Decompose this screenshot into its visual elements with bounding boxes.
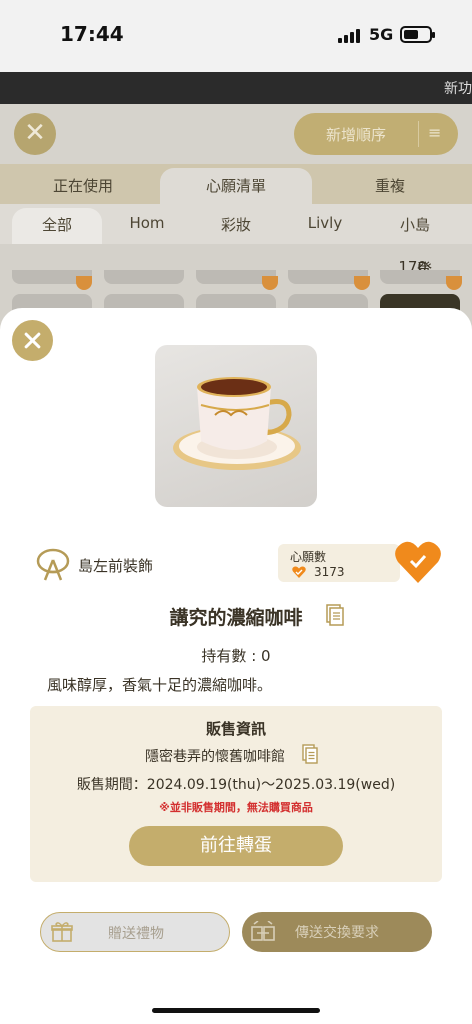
status-bar: 17:44 5G bbox=[0, 0, 472, 72]
battery-icon bbox=[400, 26, 435, 43]
tab-in-use: 正在使用 bbox=[52, 177, 113, 195]
add-order-label: 新增順序 bbox=[325, 126, 386, 144]
sales-shop-name: 隱密巷弄的懷舊咖啡館 bbox=[145, 749, 285, 765]
wishlist-heart-icon[interactable] bbox=[394, 540, 442, 584]
tab-duplicate: 重複 bbox=[374, 177, 405, 195]
coffee-cup-icon bbox=[173, 377, 301, 470]
home-indicator[interactable] bbox=[152, 1008, 320, 1013]
wishlist-label: 心願數 bbox=[290, 550, 327, 564]
sales-info-title: 販售資訊 bbox=[205, 720, 266, 738]
tab-island: 小島 bbox=[399, 216, 430, 234]
item-description: 風味醇厚，香氣十足的濃縮咖啡。 bbox=[47, 676, 273, 694]
shop-document-icon[interactable] bbox=[302, 744, 318, 764]
tab-livly: Livly bbox=[307, 214, 343, 232]
document-icon[interactable] bbox=[326, 604, 344, 626]
send-gift-label: 贈送禮物 bbox=[108, 926, 164, 942]
tab-makeup: 彩妝 bbox=[220, 216, 251, 234]
owned-count: 持有數 : 0 bbox=[201, 647, 271, 665]
wishlist-count-box: 心願數 3173 bbox=[278, 544, 400, 582]
goto-gacha-button[interactable]: 前往轉蛋 bbox=[129, 826, 343, 866]
tab-all: 全部 bbox=[41, 216, 72, 234]
sales-period: 販售期間：2024.09.19(thu)〜2025.03.19(wed) bbox=[76, 777, 396, 793]
sales-warning: ※並非販售期間，無法購買商品 bbox=[159, 801, 313, 814]
heart-icon bbox=[354, 276, 370, 290]
item-category: 島左前裝飾 bbox=[78, 557, 154, 575]
thumbnail bbox=[104, 270, 184, 284]
heart-icon bbox=[446, 276, 462, 290]
send-gift-button[interactable]: 贈送禮物 bbox=[40, 912, 230, 952]
background-screen: 新功 ✕ 新增順序 ≡ 正在使用 心願清單 重複 全部 Hom 彩妝 Livly… bbox=[0, 72, 472, 346]
heart-small-icon bbox=[292, 566, 306, 578]
news-text: 新功 bbox=[444, 81, 472, 97]
status-time: 17:44 bbox=[60, 22, 124, 46]
heart-icon bbox=[76, 276, 92, 290]
heart-icon bbox=[262, 276, 278, 290]
signal-icon bbox=[338, 29, 362, 43]
wishlist-count: 3173 bbox=[314, 565, 345, 579]
sales-info-panel: 販售資訊 隱密巷弄的懷舊咖啡館 販售期間：2024.09.19(thu)〜202… bbox=[30, 706, 442, 882]
tab-wishlist: 心願清單 bbox=[205, 177, 266, 195]
sub-tabs: 全部 Hom 彩妝 Livly 小島 bbox=[0, 204, 472, 244]
item-detail-sheet: 島左前裝飾 心願數 3173 講究的濃縮咖啡 持有數 : 0 風味醇厚，香氣十足… bbox=[0, 308, 472, 1024]
add-order-button: 新增順序 ≡ bbox=[294, 113, 458, 155]
sort-icon: ≡ bbox=[428, 123, 442, 142]
island-decoration-icon bbox=[36, 548, 70, 582]
trade-request-label: 傳送交換要求 bbox=[295, 925, 379, 941]
tab-hom: Hom bbox=[129, 214, 165, 232]
news-ticker: 新功 bbox=[0, 72, 472, 104]
item-image bbox=[155, 345, 317, 507]
background-close-icon: ✕ bbox=[14, 113, 56, 155]
network-label: 5G bbox=[369, 25, 394, 44]
close-button[interactable] bbox=[12, 320, 53, 361]
trade-request-button[interactable]: 傳送交換要求 bbox=[242, 912, 432, 952]
item-name: 講究的濃縮咖啡 bbox=[169, 607, 303, 629]
main-tabs: 正在使用 心願清單 重複 bbox=[0, 164, 472, 204]
